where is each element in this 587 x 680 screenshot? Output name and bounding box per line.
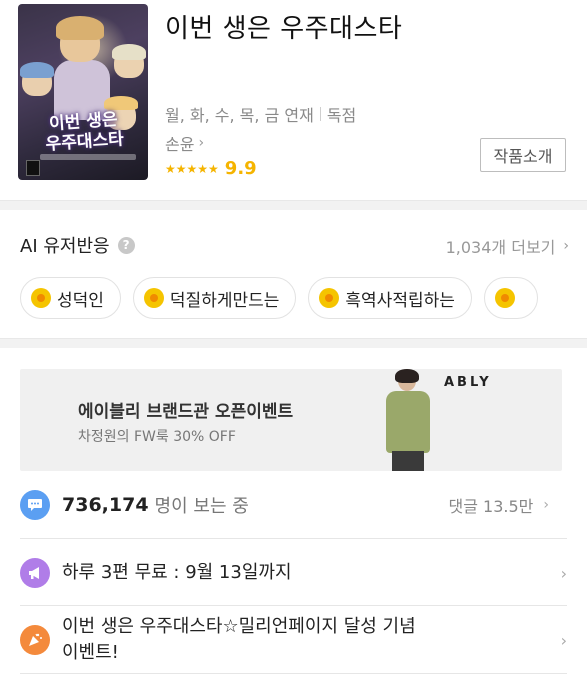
page-title: 이번 생은 우주대스타	[165, 14, 403, 44]
comments-link[interactable]: 댓글 13.5만 ›	[449, 493, 549, 517]
chevron-right-icon: ›	[560, 630, 567, 650]
viewer-count: 736,174	[62, 494, 149, 516]
ai-reactions-more-link[interactable]: 1,034개 더보기 ›	[446, 234, 569, 258]
ai-reactions-more-label: 1,034개 더보기	[445, 238, 556, 257]
free-episodes-row[interactable]: 하루 3편 무료 : 9월 13일까지 ›	[20, 557, 567, 589]
reaction-chip[interactable]: 흑역사적립하는	[308, 277, 472, 319]
reaction-chip-label: 흑역사적립하는	[345, 290, 455, 311]
coin-icon	[31, 288, 51, 308]
work-header: 이번 생은 우주대스타 이번 생은 우주대스타 월, 화, 수, 목, 금 연재…	[0, 0, 587, 200]
reaction-chip-label: 덕질하게만드는	[169, 290, 280, 311]
schedule-text: 월, 화, 수, 목, 금 연재	[165, 106, 314, 125]
section-divider	[0, 200, 587, 210]
help-icon[interactable]: ?	[117, 236, 135, 254]
viewer-label: 명이 보는 중	[154, 496, 249, 517]
brand-logo: ABLY	[444, 375, 492, 390]
banner-model-image	[380, 369, 436, 471]
event-text: 이번 생은 우주대스타☆밀리언페이지 달성 기념 이벤트!	[62, 616, 416, 663]
ai-reactions-heading: AI 유저반응 ?	[20, 232, 135, 258]
row-divider	[20, 673, 567, 674]
age-badge-icon	[26, 160, 40, 176]
comment-count: 댓글 13.5만	[448, 497, 534, 516]
row-divider	[20, 538, 567, 539]
free-episodes-text: 하루 3편 무료 : 9월 13일까지	[62, 562, 292, 583]
chevron-right-icon: ›	[198, 135, 205, 151]
reaction-chip-list[interactable]: 성덕인 덕질하게만드는 흑역사적립하는	[20, 277, 587, 321]
cover-image[interactable]: 이번 생은 우주대스타	[18, 4, 148, 180]
cover-title-art: 이번 생은 우주대스타	[44, 109, 125, 155]
meta-divider	[319, 107, 321, 121]
exclusive-label: 독점	[326, 106, 357, 125]
chevron-right-icon: ›	[543, 497, 549, 513]
rating: ★★★★★ 9.9	[165, 158, 257, 179]
author-link[interactable]: 손윤 ›	[165, 131, 204, 155]
ai-reactions-title: AI 유저반응	[20, 236, 110, 257]
party-popper-icon	[20, 625, 50, 655]
reaction-chip[interactable]: 덕질하게만드는	[132, 277, 297, 319]
chevron-right-icon: ›	[563, 238, 569, 254]
ad-banner[interactable]: 에이블리 브랜드관 오픈이벤트 차정원의 FW룩 30% OFF ABLY	[20, 369, 562, 471]
section-divider	[0, 338, 587, 348]
work-intro-button[interactable]: 작품소개	[480, 138, 566, 172]
star-rating-icon: ★★★★★	[165, 161, 219, 176]
chevron-right-icon: ›	[560, 563, 567, 583]
speech-bubble-icon	[20, 490, 50, 520]
row-divider	[20, 605, 567, 606]
event-row[interactable]: 이번 생은 우주대스타☆밀리언페이지 달성 기념 이벤트! ›	[20, 612, 567, 668]
megaphone-icon	[20, 558, 50, 588]
schedule-row: 월, 화, 수, 목, 금 연재 독점	[165, 102, 356, 126]
coin-icon	[143, 288, 164, 308]
banner-subtitle: 차정원의 FW룩 30% OFF	[78, 429, 236, 445]
rating-score: 9.9	[224, 158, 257, 179]
coin-icon	[494, 288, 515, 308]
banner-title: 에이블리 브랜드관 오픈이벤트	[78, 402, 294, 422]
coin-icon	[319, 288, 340, 308]
reaction-chip-label: 성덕인	[57, 290, 104, 311]
reaction-chip[interactable]: 성덕인	[20, 277, 121, 319]
views-row: 736,174 명이 보는 중 댓글 13.5만 ›	[20, 489, 567, 521]
author-name: 손윤	[165, 135, 195, 154]
reaction-chip[interactable]	[483, 277, 538, 319]
